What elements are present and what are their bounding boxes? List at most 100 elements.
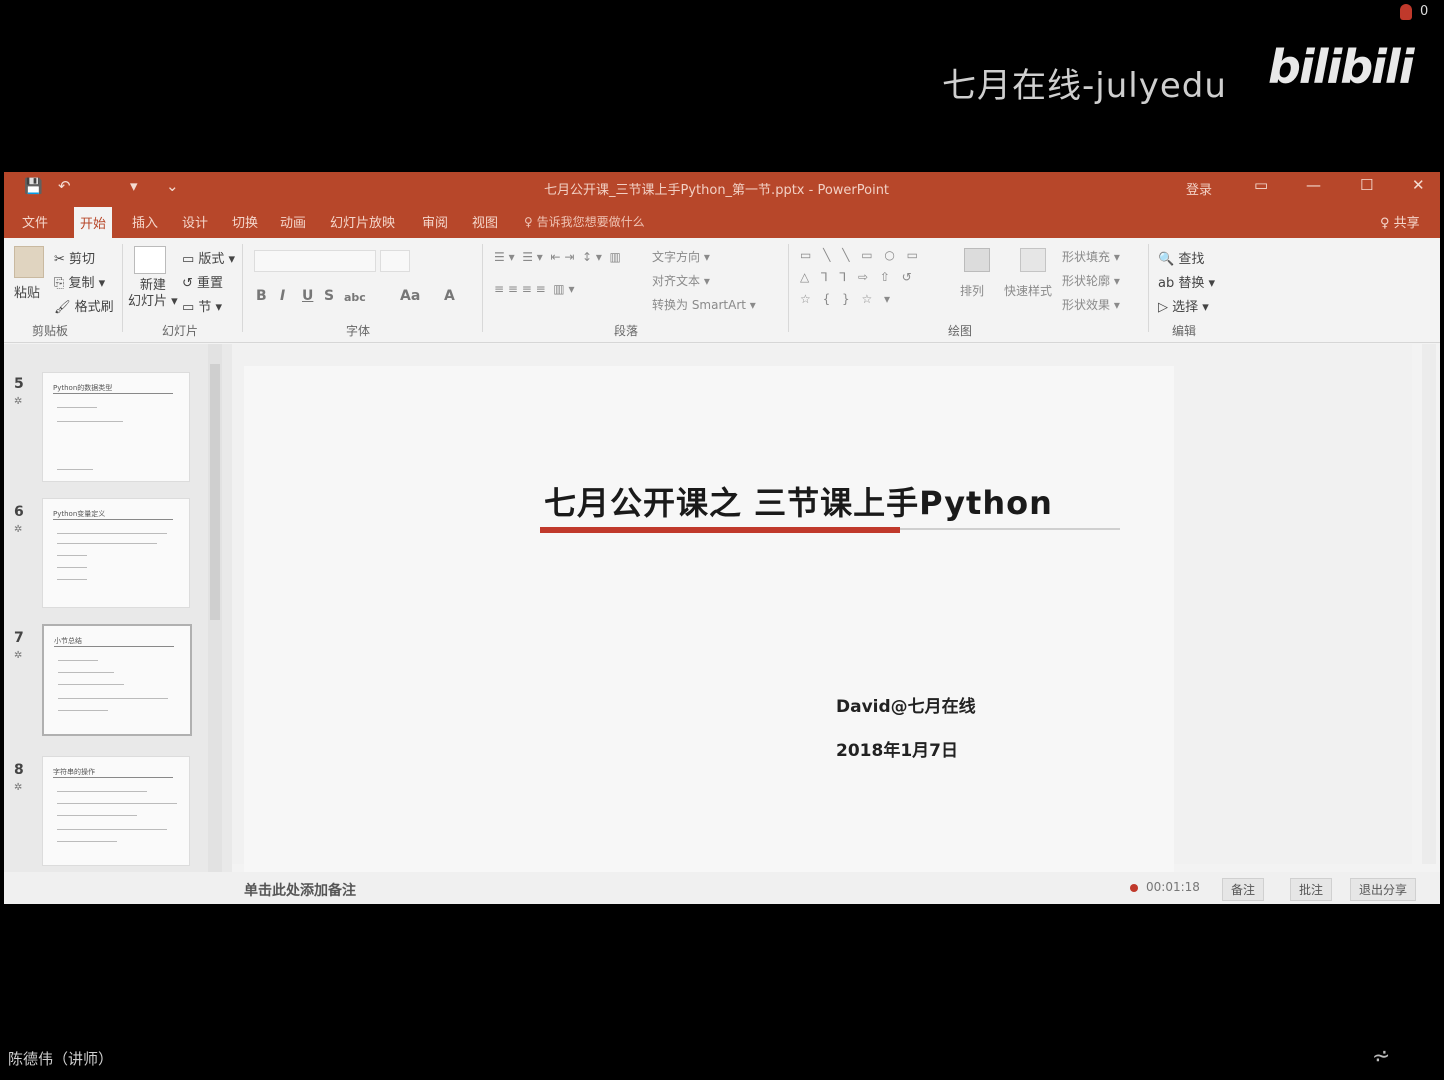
tab-insert[interactable]: 插入: [132, 212, 158, 231]
thumb-text-line: [58, 710, 108, 711]
arrange-button[interactable]: 排列: [960, 282, 984, 299]
layout-button[interactable]: ▭ 版式 ▾: [182, 248, 235, 267]
share-button[interactable]: ♀ 共享: [1380, 212, 1420, 231]
ribbon-display-icon[interactable]: ▭: [1254, 176, 1268, 194]
thumb-text-line: [57, 469, 93, 470]
paste-button[interactable]: 粘贴: [14, 282, 40, 301]
copy-button[interactable]: ⎘ 复制 ▾: [54, 272, 105, 291]
tab-animations[interactable]: 动画: [280, 212, 306, 231]
tab-review[interactable]: 审阅: [422, 212, 448, 231]
shape-outline-button[interactable]: 形状轮廓 ▾: [1062, 272, 1120, 289]
slide-thumbnail[interactable]: Python变量定义: [42, 498, 190, 608]
slide-number: 7: [14, 630, 24, 646]
title-underline-rest: [900, 528, 1120, 530]
slide-scrollbar[interactable]: [1422, 344, 1436, 864]
notes-placeholder[interactable]: 单击此处添加备注: [244, 880, 356, 900]
change-case-button[interactable]: Aa: [400, 288, 420, 304]
save-icon[interactable]: 💾: [24, 177, 43, 195]
current-slide[interactable]: [244, 366, 1174, 890]
italic-button[interactable]: I: [280, 288, 285, 304]
maximize-icon[interactable]: ☐: [1360, 176, 1373, 194]
customize-toolbar-icon[interactable]: ⌄: [166, 177, 179, 195]
slide-thumbnail[interactable]: Python的数据类型: [42, 372, 190, 482]
undo-icon[interactable]: ↶: [58, 177, 71, 195]
exit-share-button[interactable]: 退出分享: [1350, 878, 1417, 901]
slide-thumbnail-pane: 5 ✲ Python的数据类型 6 ✲ Python变量定义 7 ✲ 小节总结: [4, 344, 232, 904]
thumb-text-line: [57, 815, 137, 816]
shapes-gallery[interactable]: ▭ ╲ ╲ ▭ ○ ▭: [800, 248, 922, 262]
underline-button[interactable]: U: [302, 288, 313, 304]
close-icon[interactable]: ✕: [1412, 176, 1425, 194]
comments-button[interactable]: 批注: [1290, 878, 1333, 901]
character-spacing-button[interactable]: abc: [344, 291, 366, 304]
clipboard-group-label: 剪贴板: [32, 324, 69, 338]
convert-smartart-button[interactable]: 转换为 SmartArt ▾: [652, 296, 756, 313]
font-name-box[interactable]: [254, 250, 376, 272]
login-button[interactable]: 登录: [1186, 179, 1212, 198]
select-button[interactable]: ▷ 选择 ▾: [1158, 296, 1209, 315]
slide-thumbnail-selected[interactable]: 小节总结: [42, 624, 192, 736]
new-slide-button[interactable]: 新建 幻灯片 ▾: [128, 278, 178, 310]
slide-date[interactable]: 2018年1月7日: [836, 736, 958, 761]
divider: [242, 244, 243, 332]
slide-title[interactable]: 七月公开课之 三节课上手Python: [544, 478, 1053, 524]
quick-styles-icon[interactable]: [1020, 248, 1046, 272]
shadow-button[interactable]: S: [324, 288, 334, 304]
thumb-text-line: [57, 829, 167, 830]
title-bar: 💾 ↶ ▾ ⌄ 七月公开课_三节课上手Python_第一节.pptx - Pow…: [4, 172, 1440, 202]
presenter-name: 陈德伟（讲师）: [8, 1050, 114, 1068]
new-slide-icon[interactable]: [134, 246, 166, 274]
text-direction-button[interactable]: 文字方向 ▾: [652, 248, 710, 265]
slide-thumbnail[interactable]: 字符串的操作: [42, 756, 190, 866]
shapes-gallery-row2[interactable]: △ ⅂ ⅂ ⇨ ⇧ ↺: [800, 270, 916, 284]
shape-fill-button[interactable]: 形状填充 ▾: [1062, 248, 1120, 265]
thumb-text-line: [57, 803, 177, 804]
thumb-text-line: [57, 567, 87, 568]
thumb-text-line: [58, 698, 168, 699]
tab-design[interactable]: 设计: [182, 212, 208, 231]
redo-icon[interactable]: ▾: [130, 177, 138, 195]
slide-number: 5: [14, 376, 24, 392]
thumbnail-title: Python变量定义: [53, 509, 173, 520]
tab-view[interactable]: 视图: [472, 212, 498, 231]
tab-file[interactable]: 文件: [22, 212, 48, 231]
font-size-box[interactable]: [380, 250, 410, 272]
find-button[interactable]: 🔍 查找: [1158, 248, 1204, 267]
slide-number: 8: [14, 762, 24, 778]
bilibili-logo: bilibili: [1268, 40, 1414, 94]
thumbnail-scroll-thumb[interactable]: [210, 364, 220, 620]
bullets-icon[interactable]: ☰ ▾ ☰ ▾ ⇤ ⇥ ↕ ▾ ▥: [494, 250, 621, 264]
tab-transitions[interactable]: 切换: [232, 212, 258, 231]
slide-author[interactable]: David@七月在线: [836, 692, 976, 717]
paste-icon[interactable]: [14, 246, 44, 278]
thumb-text-line: [57, 543, 157, 544]
align-text-button[interactable]: 对齐文本 ▾: [652, 272, 710, 289]
window-title: 七月公开课_三节课上手Python_第一节.pptx - PowerPoint: [544, 183, 890, 198]
reset-button[interactable]: ↺ 重置: [182, 272, 223, 291]
font-group-label: 字体: [346, 324, 371, 338]
quick-styles-button[interactable]: 快速样式: [1004, 282, 1052, 299]
divider: [1148, 244, 1149, 332]
divider: [482, 244, 483, 332]
cut-button[interactable]: ✂ 剪切: [54, 248, 95, 267]
format-painter-button[interactable]: 🖌 格式刷: [54, 296, 114, 315]
notes-button[interactable]: 备注: [1222, 878, 1265, 901]
align-icons[interactable]: ≡ ≡ ≡ ≡ ▥ ▾: [494, 282, 574, 296]
powerpoint-window: 💾 ↶ ▾ ⌄ 七月公开课_三节课上手Python_第一节.pptx - Pow…: [4, 172, 1440, 904]
minimize-icon[interactable]: —: [1306, 176, 1321, 194]
tab-home[interactable]: 开始: [74, 207, 113, 242]
section-button[interactable]: ▭ 节 ▾: [182, 296, 222, 315]
recording-dot-icon: [1130, 884, 1138, 892]
thumbnail-title: Python的数据类型: [53, 383, 173, 394]
bold-button[interactable]: B: [256, 288, 267, 304]
font-color-button[interactable]: A: [444, 288, 455, 304]
tell-me-search[interactable]: ♀ 告诉我您想要做什么: [524, 213, 645, 230]
shapes-gallery-row3[interactable]: ☆ { } ☆ ▾: [800, 292, 894, 306]
shape-effects-button[interactable]: 形状效果 ▾: [1062, 296, 1120, 313]
arrange-icon[interactable]: [964, 248, 990, 272]
replace-button[interactable]: ab 替换 ▾: [1158, 272, 1215, 291]
thumb-text-line: [57, 555, 87, 556]
paragraph-group-label: 段落: [614, 324, 639, 338]
tab-slideshow[interactable]: 幻灯片放映: [330, 212, 395, 231]
thumb-text-line: [57, 791, 147, 792]
